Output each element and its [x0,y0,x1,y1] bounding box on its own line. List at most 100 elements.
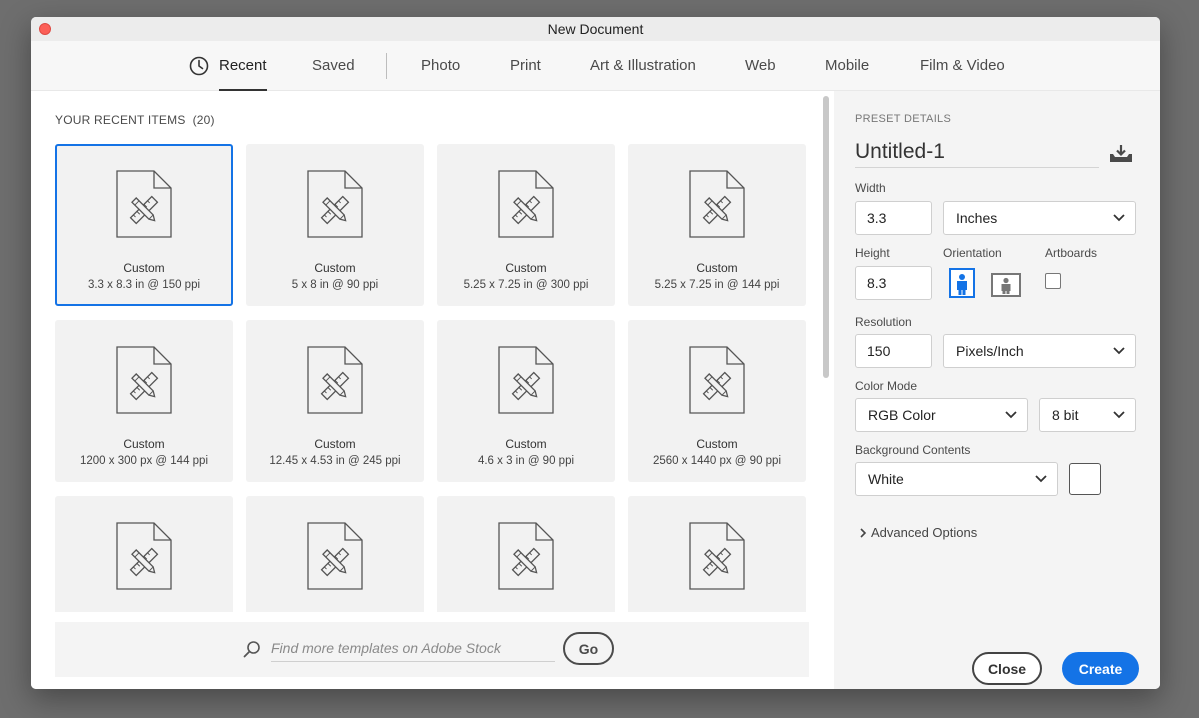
recent-item-dimensions: 12.45 x 4.53 in @ 245 ppi [269,455,401,467]
color-mode-select[interactable]: RGB Color [855,398,1028,432]
preset-details-panel: PRESET DETAILS Untitled-1 Width 3.3 Inch… [834,91,1160,689]
bit-depth-value: 8 bit [1052,407,1079,423]
document-template-icon [689,170,745,238]
chevron-down-icon [1113,411,1125,419]
recent-item-card[interactable] [246,496,424,612]
recent-item-card[interactable]: Custom 12.45 x 4.53 in @ 245 ppi [246,320,424,482]
color-mode-label: Color Mode [855,379,918,393]
titlebar: New Document [31,17,1160,41]
document-template-icon [116,522,172,590]
document-name-field[interactable]: Untitled-1 [855,136,1099,168]
height-label: Height [855,246,890,260]
artboards-checkbox[interactable] [1045,273,1061,289]
landscape-orientation-icon[interactable] [991,273,1021,297]
color-mode-value: RGB Color [868,407,936,423]
scrollbar[interactable] [823,96,829,606]
resolution-label: Resolution [855,315,912,329]
tab-film-video[interactable]: Film & Video [920,41,1005,91]
recent-item-card[interactable] [437,496,615,612]
tab-photo[interactable]: Photo [421,41,460,91]
search-icon [243,641,260,658]
window-close-icon[interactable] [39,23,51,35]
tab-recent[interactable]: Recent [219,41,267,91]
stock-search-bar: Go [55,622,809,677]
document-template-icon [689,346,745,414]
recent-item-card[interactable]: Custom 5.25 x 7.25 in @ 300 ppi [437,144,615,306]
units-select-value: Inches [956,210,998,226]
recent-items-heading: YOUR RECENT ITEMS (20) [55,113,215,127]
tab-divider [386,53,387,79]
category-tabs: Recent Saved Photo Print Art & Illustrat… [31,41,1160,91]
chevron-down-icon [1035,475,1047,483]
resolution-units-value: Pixels/Inch [956,343,1024,359]
tab-saved[interactable]: Saved [312,41,355,91]
new-document-dialog: New Document Recent Saved Photo Print Ar… [31,17,1160,689]
recent-item-name: Custom [505,437,547,451]
recent-item-dimensions: 1200 x 300 px @ 144 ppi [79,455,209,467]
units-select[interactable]: Inches [943,201,1136,235]
resolution-units-select[interactable]: Pixels/Inch [943,334,1136,368]
go-button[interactable]: Go [563,632,614,665]
recent-item-card[interactable]: Custom 1200 x 300 px @ 144 ppi [55,320,233,482]
advanced-options-label: Advanced Options [871,525,978,540]
window-title: New Document [547,21,644,37]
recent-item-card[interactable]: Custom 3.3 x 8.3 in @ 150 ppi [55,144,233,306]
width-label: Width [855,181,886,195]
document-template-icon [498,346,554,414]
recent-items-pane: YOUR RECENT ITEMS (20) Custom 3.3 x 8.3 i… [31,91,834,689]
document-template-icon [116,346,172,414]
recent-item-dimensions: 2560 x 1440 px @ 90 ppi [652,455,782,467]
recent-item-dimensions: 3.3 x 8.3 in @ 150 ppi [87,279,201,291]
recent-item-name: Custom [505,261,547,275]
tab-mobile[interactable]: Mobile [825,41,869,91]
recent-item-dimensions: 4.6 x 3 in @ 90 ppi [477,455,575,467]
background-contents-value: White [868,471,904,487]
advanced-options-toggle[interactable]: Advanced Options [859,525,977,540]
scroll-thumb[interactable] [823,96,829,378]
create-button[interactable]: Create [1062,652,1139,685]
recent-item-dimensions: 5.25 x 7.25 in @ 144 ppi [654,279,780,291]
tab-art-illustration[interactable]: Art & Illustration [590,41,696,91]
recent-item-dimensions: 5.25 x 7.25 in @ 300 ppi [463,279,589,291]
document-template-icon [689,522,745,590]
portrait-orientation-icon[interactable] [949,268,975,298]
document-template-icon [307,346,363,414]
clock-icon [189,56,209,76]
document-template-icon [498,170,554,238]
tab-print[interactable]: Print [510,41,541,91]
recent-item-card[interactable]: Custom 2560 x 1440 px @ 90 ppi [628,320,806,482]
recent-item-name: Custom [696,261,738,275]
close-button[interactable]: Close [972,652,1042,685]
recent-item-card[interactable] [628,496,806,612]
recent-items-title: YOUR RECENT ITEMS [55,113,186,127]
background-contents-select[interactable]: White [855,462,1058,496]
document-template-icon [307,170,363,238]
recent-item-name: Custom [696,437,738,451]
bit-depth-select[interactable]: 8 bit [1039,398,1136,432]
recent-item-card[interactable] [55,496,233,612]
recent-items-grid: Custom 3.3 x 8.3 in @ 150 ppi Custom 5 x 8 … [55,144,815,612]
document-template-icon [116,170,172,238]
width-input[interactable]: 3.3 [855,201,932,235]
chevron-down-icon [1113,214,1125,222]
tab-web[interactable]: Web [745,41,776,91]
chevron-down-icon [1113,347,1125,355]
recent-item-card[interactable]: Custom 4.6 x 3 in @ 90 ppi [437,320,615,482]
save-preset-icon[interactable] [1109,143,1133,163]
recent-item-name: Custom [314,437,356,451]
chevron-down-icon [1005,411,1017,419]
background-color-swatch[interactable] [1069,463,1101,495]
height-input[interactable]: 8.3 [855,266,932,300]
recent-item-card[interactable]: Custom 5.25 x 7.25 in @ 144 ppi [628,144,806,306]
resolution-input[interactable]: 150 [855,334,932,368]
recent-item-name: Custom [123,261,165,275]
stock-search-input[interactable] [271,634,555,662]
artboards-label: Artboards [1045,246,1098,260]
preset-details-title: PRESET DETAILS [855,113,952,125]
document-template-icon [307,522,363,590]
recent-item-dimensions: 5 x 8 in @ 90 ppi [291,279,379,291]
orientation-label: Orientation [943,246,1002,260]
background-contents-label: Background Contents [855,443,971,457]
recent-item-card[interactable]: Custom 5 x 8 in @ 90 ppi [246,144,424,306]
recent-item-name: Custom [314,261,356,275]
